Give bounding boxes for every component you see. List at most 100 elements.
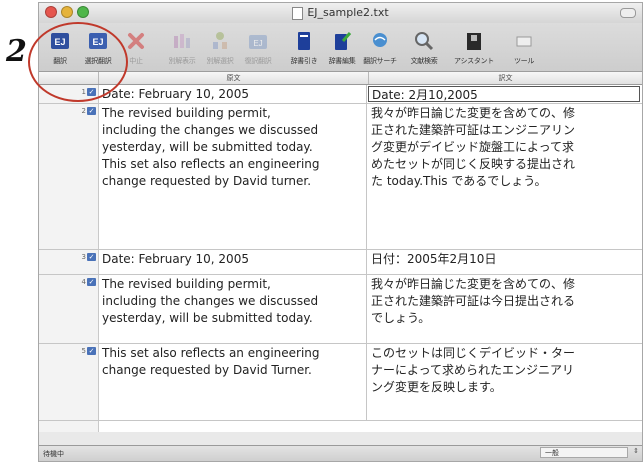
source-text-line: yesterday, will be submitted today. — [102, 140, 313, 154]
source-cell[interactable]: Date: February 10, 2005 — [98, 250, 367, 274]
toolbar-button-dictionary-edit[interactable]: 辞書編集 — [323, 23, 361, 71]
toolbar-button-retranslate[interactable]: EJ 復訳翻訳 — [239, 23, 277, 71]
checkmark-icon: ✓ — [87, 278, 96, 286]
toolbar-button-translation-search[interactable]: 翻訳サーチ — [361, 23, 399, 71]
target-cell[interactable]: 我々が昨日論じた変更を含めての、修 正された建築許可証はエンジニアリン グ変更がデイ… — [367, 104, 642, 249]
toolbar-button-tool[interactable]: ツール — [499, 23, 549, 71]
source-cell[interactable]: This set also reflects an engineering cha… — [98, 344, 367, 420]
step-number: 2 — [6, 34, 27, 69]
source-text-line: Date: February 10, 2005 — [102, 252, 249, 266]
translation-search-icon — [370, 31, 390, 51]
toolbar-label: 辞書引き — [290, 57, 318, 65]
segment-number: 2 — [81, 107, 86, 115]
toolbar-label: 選択翻訳 — [84, 57, 112, 65]
target-text-line: でしょう。 — [371, 311, 431, 325]
toolbar: EJ 翻訳 EJ 選択翻訳 中止 別解表示 別解選択 EJ 復訳翻訳 辞書引き 辞書編集 翻訳サーチ 文… — [39, 23, 642, 72]
source-text-line: Date: February 10, 2005 — [102, 87, 249, 101]
toolbar-label: 復訳翻訳 — [244, 57, 272, 65]
title-bar: EJ_sample2.txt — [39, 3, 642, 23]
assistant-icon — [464, 31, 484, 51]
svg-text:EJ: EJ — [54, 37, 65, 47]
close-window-button[interactable] — [45, 6, 57, 18]
tool-icon — [514, 31, 534, 51]
toolbar-button-alternative-translation[interactable]: 別解表示 — [163, 23, 201, 71]
segment-row[interactable]: 3 ✓ Date: February 10, 2005 日付：2005年2月10日 — [39, 250, 642, 275]
source-text-line: This set also reflects an engineering — [102, 157, 320, 171]
source-text-line: The revised building permit, — [102, 106, 271, 120]
toolbar-button-alternative-select[interactable]: 別解選択 — [201, 23, 239, 71]
toolbar-button-translate[interactable]: EJ 翻訳 — [41, 23, 79, 71]
toolbar-label: 翻訳サーチ — [363, 57, 397, 65]
zoom-window-button[interactable] — [77, 6, 89, 18]
target-text-line: めたセットが同じく反映する提出され — [371, 157, 576, 171]
segment-number: 5 — [81, 347, 86, 355]
source-text-line: including the changes we discussed — [102, 123, 319, 137]
window-controls — [45, 6, 89, 18]
toolbar-label: 中止 — [129, 57, 143, 65]
toolbar-button-document-search[interactable]: 文献検索 — [399, 23, 449, 71]
segment-number: 1 — [81, 88, 86, 96]
toolbar-button-dictionary-lookup[interactable]: 辞書引き — [285, 23, 323, 71]
checkmark-icon: ✓ — [87, 253, 96, 261]
segment-gutter: 3 ✓ — [39, 250, 98, 274]
target-column-header[interactable]: 訳文 — [369, 72, 642, 84]
segment-row[interactable]: 5 ✓ This set also reflects an engineering c… — [39, 344, 642, 421]
target-text-line: 我々が昨日論じた変更を含めての、修 — [371, 106, 576, 120]
source-column-header[interactable]: 原文 — [99, 72, 369, 84]
toolbar-label: 別解表示 — [168, 57, 196, 65]
window-title-text: EJ_sample2.txt — [307, 6, 389, 19]
target-text-line: Date: 2月10,2005 — [372, 88, 478, 102]
target-text-line: ナーによって求められたエンジニアリ — [371, 363, 575, 377]
document-icon — [292, 6, 304, 20]
segment-row[interactable]: 2 ✓ The revised building permit, including … — [39, 104, 642, 250]
source-cell[interactable]: Date: February 10, 2005 — [98, 85, 367, 103]
target-text-line: 我々が昨日論じた変更を含めての、修 — [371, 277, 576, 291]
window-title: EJ_sample2.txt — [292, 3, 389, 23]
segment-marker[interactable]: 1 ✓ — [82, 88, 96, 96]
select-arrows-icon: ⇕ — [633, 447, 639, 455]
toolbar-button-selection-translate[interactable]: EJ 選択翻訳 — [79, 23, 117, 71]
minimize-window-button[interactable] — [61, 6, 73, 18]
target-text-line: グ変更がデイビッド旋盤工によって求 — [371, 140, 575, 154]
stop-icon — [126, 31, 146, 51]
segment-number: 3 — [81, 253, 86, 261]
toolbar-label: 別解選択 — [206, 57, 234, 65]
svg-text:EJ: EJ — [92, 37, 103, 47]
toolbar-label: 翻訳 — [53, 57, 67, 65]
app-window: EJ_sample2.txt EJ 翻訳 EJ 選択翻訳 中止 別解表示 別解選択 EJ 復訳翻… — [38, 2, 643, 462]
svg-text:EJ: EJ — [253, 39, 262, 48]
translate-icon: EJ — [50, 31, 70, 51]
source-cell[interactable]: The revised building permit, including th… — [98, 275, 367, 343]
segment-marker[interactable]: 2 ✓ — [82, 107, 96, 115]
translation-table[interactable]: 1 ✓ Date: February 10, 2005 Date: 2月10,2005… — [39, 85, 642, 432]
target-text-line: このセットは同じくデイビッド・ター — [371, 346, 576, 360]
target-cell[interactable]: 日付：2005年2月10日 — [367, 250, 642, 274]
toolbar-toggle-button[interactable] — [620, 8, 636, 18]
status-bar: 待機中 一般 ⇕ — [39, 445, 642, 461]
segment-row[interactable]: 4 ✓ The revised building permit, including … — [39, 275, 642, 344]
segment-gutter: 2 ✓ — [39, 104, 98, 249]
segment-row[interactable]: 1 ✓ Date: February 10, 2005 Date: 2月10,2005 — [39, 85, 642, 104]
target-cell[interactable]: このセットは同じくデイビッド・ター ナーによって求められたエンジニアリ ング変更を反… — [367, 344, 642, 420]
dictionary-field-select[interactable]: 一般 — [540, 447, 628, 458]
alternative-select-icon — [210, 31, 230, 51]
toolbar-button-stop[interactable]: 中止 — [117, 23, 155, 71]
checkmark-icon: ✓ — [87, 88, 96, 96]
checkmark-icon: ✓ — [87, 347, 96, 355]
retranslate-icon: EJ — [248, 31, 268, 51]
toolbar-button-assistant[interactable]: アシスタント — [449, 23, 499, 71]
segment-marker[interactable]: 3 ✓ — [82, 253, 96, 261]
target-cell[interactable]: 我々が昨日論じた変更を含めての、修 正された建築許可証は今日提出される でしょう。 — [367, 275, 642, 343]
toolbar-label: ツール — [513, 57, 535, 65]
segment-marker[interactable]: 5 ✓ — [82, 347, 96, 355]
dictionary-lookup-icon — [294, 31, 314, 51]
source-text-line: The revised building permit, — [102, 277, 271, 291]
source-cell[interactable]: The revised building permit, including th… — [98, 104, 367, 249]
alternative-translation-icon — [172, 31, 192, 51]
status-text: 待機中 — [43, 449, 64, 458]
target-text-line: 正された建築許可証は今日提出される — [371, 294, 576, 308]
column-headers: 原文 訳文 — [39, 72, 642, 85]
segment-marker[interactable]: 4 ✓ — [82, 278, 96, 286]
source-text-line: including the changes we discussed — [102, 294, 319, 308]
target-cell[interactable]: Date: 2月10,2005 — [368, 86, 640, 102]
